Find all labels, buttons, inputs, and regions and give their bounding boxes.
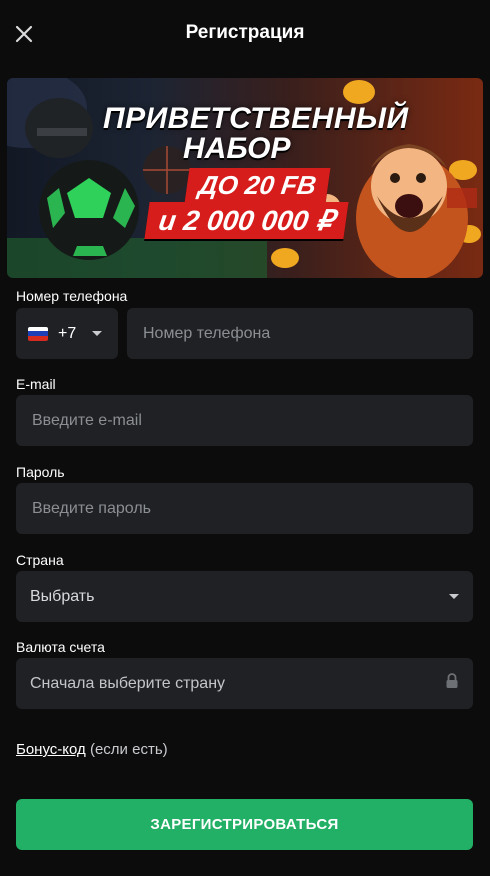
promo-title-line1: ПРИВЕТСТВЕННЫЙ: [103, 102, 409, 135]
page-title: Регистрация: [185, 22, 305, 43]
bonus-code-row: Бонус-код (если есть): [16, 741, 168, 758]
header: Регистрация: [0, 0, 490, 70]
password-label: Пароль: [16, 464, 65, 480]
lock-icon: [445, 673, 459, 694]
phone-label: Номер телефона: [16, 288, 128, 304]
country-select-value: Выбрать: [30, 587, 95, 605]
country-select[interactable]: Выбрать: [16, 571, 473, 622]
promo-banner[interactable]: ПРИВЕТСТВЕННЫЙ НАБОР ДО 20 FB и 2 000 00…: [7, 78, 483, 278]
bonus-code-note: (если есть): [89, 741, 168, 758]
russia-flag-icon: [28, 326, 48, 341]
promo-tag-rub: и 2 000 000 ₽: [144, 202, 349, 239]
country-label: Страна: [16, 552, 64, 568]
currency-select: Сначала выберите страну: [16, 658, 473, 709]
phone-input[interactable]: [141, 323, 459, 344]
promo-tag-fb: ДО 20 FB: [184, 168, 331, 203]
register-button[interactable]: ЗАРЕГИСТРИРОВАТЬСЯ: [16, 799, 473, 850]
email-input[interactable]: [30, 410, 459, 431]
phone-input-wrapper: [127, 308, 473, 359]
password-input[interactable]: [30, 498, 459, 519]
chevron-down-icon: [92, 331, 103, 336]
password-input-wrapper: [16, 483, 473, 534]
currency-select-value: Сначала выберите страну: [30, 674, 226, 692]
country-code-select[interactable]: +7: [16, 308, 118, 359]
chevron-down-icon: [449, 594, 459, 599]
email-input-wrapper: [16, 395, 473, 446]
country-code-value: +7: [58, 324, 77, 342]
bonus-code-link[interactable]: Бонус-код: [16, 741, 86, 758]
currency-label: Валюта счета: [16, 639, 105, 655]
promo-title-line2: НАБОР: [183, 132, 291, 165]
email-label: E-mail: [16, 376, 56, 392]
